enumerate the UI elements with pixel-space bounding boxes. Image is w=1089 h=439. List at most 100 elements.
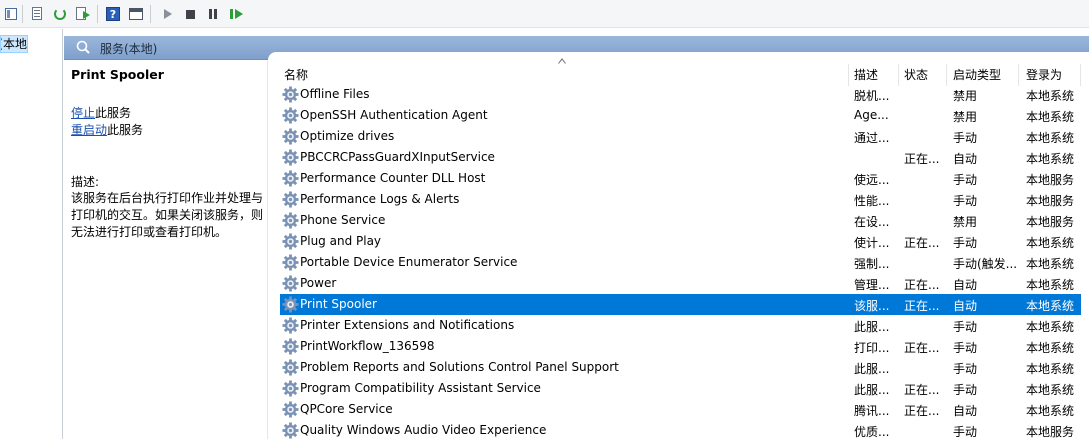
column-divider[interactable] [898, 64, 899, 86]
service-row[interactable]: Program Compatibility Assistant Service 此… [280, 378, 1081, 399]
service-name: Quality Windows Audio Video Experience [300, 423, 547, 437]
service-row[interactable]: OpenSSH Authentication Agent Age... 禁用 本地系统 [280, 105, 1081, 126]
service-startup-type: 手动(触发... [953, 257, 1018, 271]
service-status: 正在... [904, 236, 940, 250]
service-startup-type: 手动 [953, 362, 978, 376]
stop-service-link[interactable]: 停止 [71, 106, 95, 120]
service-description: 在设... [854, 215, 890, 229]
toolbar-separator [22, 5, 23, 23]
resume-service-icon[interactable] [227, 5, 245, 23]
start-service-icon[interactable] [158, 5, 176, 23]
refresh-icon[interactable] [51, 5, 69, 23]
service-startup-type: 自动 [953, 152, 978, 166]
service-gear-icon [282, 170, 299, 187]
service-row[interactable]: QPCore Service 腾讯... 正在... 自动 本地系统 [280, 399, 1081, 420]
tree-item-services-local[interactable]: 本地) [0, 35, 28, 53]
service-logon-as: 本地系统 [1026, 257, 1075, 271]
service-description: 性能... [854, 194, 890, 208]
column-divider[interactable] [946, 64, 947, 86]
column-divider[interactable] [1080, 64, 1081, 86]
service-startup-type: 自动 [953, 278, 978, 292]
service-description: 使远... [854, 173, 890, 187]
service-row[interactable]: Portable Device Enumerator Service 强制... 手… [280, 252, 1081, 273]
service-logon-as: 本地服务 [1026, 173, 1075, 187]
column-header-name[interactable]: 名称 [284, 66, 308, 83]
service-gear-icon [282, 254, 299, 271]
service-startup-type: 手动 [953, 194, 978, 208]
description-text: 该服务在后台执行打印作业并处理与打印机的交互。如果关闭该服务，则无法进行打印或查… [71, 191, 264, 239]
service-gear-icon [282, 380, 299, 397]
service-logon-as: 本地系统 [1026, 383, 1075, 397]
column-divider[interactable] [1018, 64, 1019, 86]
service-startup-type: 手动 [953, 341, 978, 355]
service-row[interactable]: Power 管理... 正在... 自动 本地系统 [280, 273, 1081, 294]
service-row[interactable]: Quality Windows Audio Video Experience 优质… [280, 420, 1081, 439]
service-description: 管理... [854, 278, 890, 292]
service-logon-as: 本地系统 [1026, 341, 1075, 355]
restart-service-suffix: 此服务 [107, 123, 144, 137]
console-tree-icon[interactable] [2, 5, 20, 23]
service-gear-icon [282, 212, 299, 229]
column-header-status[interactable]: 状态 [904, 66, 928, 83]
service-row[interactable]: Offline Files 脱机... 禁用 本地系统 [280, 84, 1081, 105]
service-row[interactable]: Plug and Play 使计... 正在... 手动 本地系统 [280, 231, 1081, 252]
show-action-pane-icon[interactable] [127, 5, 145, 23]
column-header-startup-type[interactable]: 启动类型 [953, 66, 1001, 83]
service-name: Plug and Play [300, 234, 382, 248]
export-list-icon[interactable] [74, 5, 92, 23]
service-row[interactable]: Print Spooler 该服... 正在... 自动 本地系统 [280, 294, 1081, 315]
toolbar-separator [97, 5, 98, 23]
service-startup-type: 手动 [953, 236, 978, 250]
stop-service-icon[interactable] [181, 5, 199, 23]
service-logon-as: 本地服务 [1026, 215, 1075, 229]
pause-service-icon[interactable] [204, 5, 222, 23]
service-name: Portable Device Enumerator Service [300, 255, 518, 269]
service-row[interactable]: Performance Counter DLL Host 使远... 手动 本地服务 [280, 168, 1081, 189]
service-logon-as: 本地系统 [1026, 131, 1075, 145]
sort-ascending-icon [558, 58, 566, 64]
column-header-logon-as[interactable]: 登录为 [1026, 66, 1062, 83]
service-logon-as: 本地系统 [1026, 320, 1075, 334]
service-startup-type: 禁用 [953, 110, 978, 124]
help-icon[interactable]: ? [104, 5, 122, 23]
properties-icon[interactable] [28, 5, 46, 23]
service-status: 正在... [904, 341, 940, 355]
service-gear-icon [282, 422, 299, 439]
service-row[interactable]: PrintWorkflow_136598 打印... 正在... 手动 本地系统 [280, 336, 1081, 357]
service-gear-icon [282, 233, 299, 250]
service-logon-as: 本地系统 [1026, 110, 1075, 124]
console-tree: 本地) [0, 29, 63, 439]
service-startup-type: 自动 [953, 299, 978, 313]
service-name: Program Compatibility Assistant Service [300, 381, 541, 395]
service-name: Print Spooler [300, 297, 377, 311]
service-description: 使计... [854, 236, 890, 250]
stop-service-suffix: 此服务 [95, 106, 132, 120]
restart-service-link[interactable]: 重启动 [71, 123, 107, 137]
service-name: Offline Files [300, 87, 370, 101]
service-description: 强制... [854, 257, 890, 271]
service-name: Printer Extensions and Notifications [300, 318, 515, 332]
service-row[interactable]: Performance Logs & Alerts 性能... 手动 本地服务 [280, 189, 1081, 210]
service-name: PBCCRCPassGuardXInputService [300, 150, 495, 164]
service-gear-icon [282, 338, 299, 355]
service-gear-icon [282, 359, 299, 376]
service-logon-as: 本地服务 [1026, 194, 1075, 208]
service-row[interactable]: Problem Reports and Solutions Control Pa… [280, 357, 1081, 378]
service-name: Performance Counter DLL Host [300, 171, 486, 185]
services-list: 名称 描述 状态 启动类型 登录为 Offline Files 脱机... 禁用 本地… [268, 52, 1089, 439]
service-row[interactable]: Printer Extensions and Notifications 此服..… [280, 315, 1081, 336]
service-logon-as: 本地系统 [1026, 89, 1075, 103]
service-row[interactable]: PBCCRCPassGuardXInputService 正在... 自动 本地系统 [280, 147, 1081, 168]
service-logon-as: 本地系统 [1026, 362, 1075, 376]
service-row[interactable]: Phone Service 在设... 禁用 本地服务 [280, 210, 1081, 231]
column-header-description[interactable]: 描述 [854, 66, 878, 83]
service-description: 此服... [854, 320, 890, 334]
service-status: 正在... [904, 404, 940, 418]
column-divider[interactable] [848, 64, 849, 86]
service-startup-type: 手动 [953, 320, 978, 334]
stop-service-row: 停止此服务 [71, 104, 131, 121]
service-row[interactable]: Optimize drives 通过... 手动 本地系统 [280, 126, 1081, 147]
service-name: Problem Reports and Solutions Control Pa… [300, 360, 619, 374]
tree-item-label: 本地) [1, 37, 27, 51]
service-name: PrintWorkflow_136598 [300, 339, 435, 353]
